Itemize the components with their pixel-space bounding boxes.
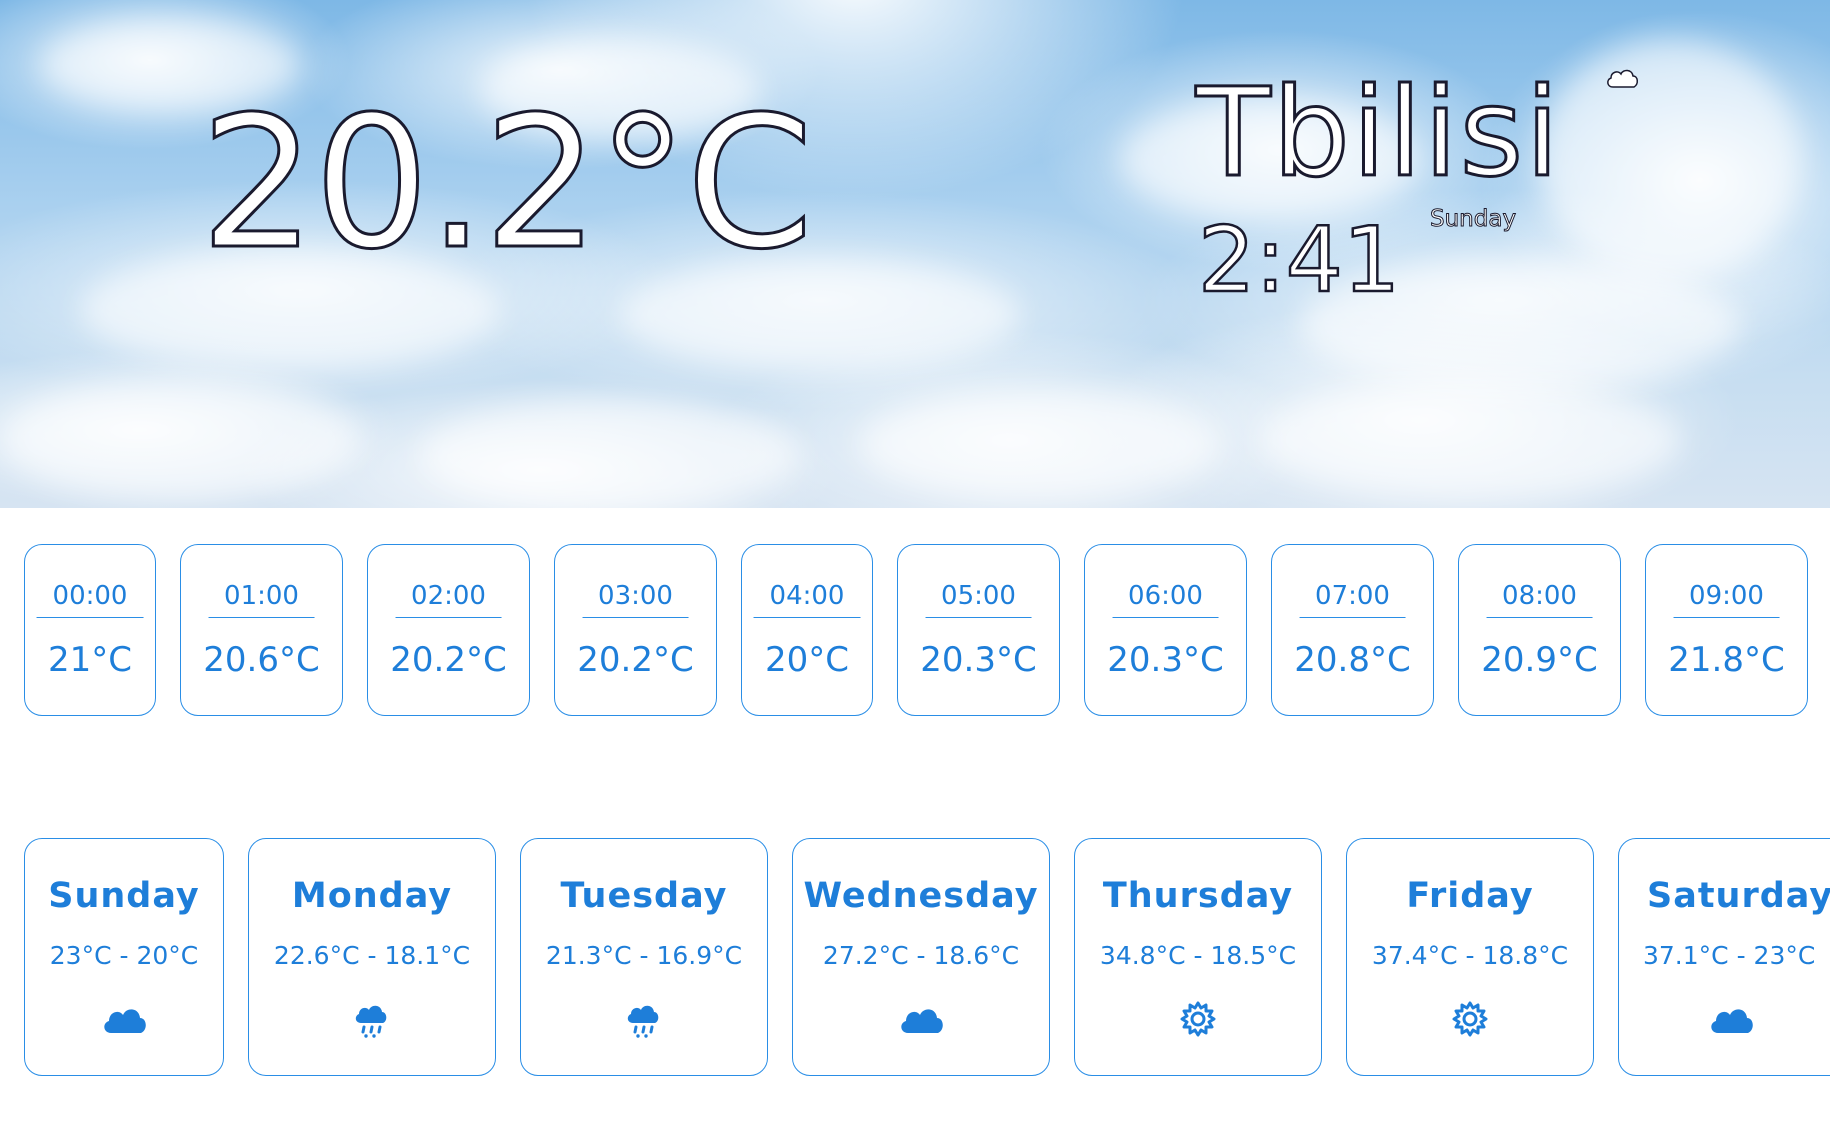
hour-temp: 20.9°C <box>1481 640 1598 680</box>
hour-temp: 20.6°C <box>203 640 320 680</box>
hour-time: 08:00 <box>1486 583 1593 618</box>
hour-time: 00:00 <box>36 583 144 618</box>
day-name: Saturday <box>1647 876 1830 916</box>
hour-temp: 20.2°C <box>577 640 694 680</box>
hour-temp: 21.8°C <box>1668 640 1785 680</box>
day-card: Thursday 34.8°C - 18.5°C <box>1074 838 1322 1076</box>
hour-time: 05:00 <box>925 583 1032 618</box>
day-card: Wednesday 27.2°C - 18.6°C <box>792 838 1050 1076</box>
hour-card: 04:00 20°C <box>741 544 873 716</box>
day-name: Thursday <box>1102 876 1294 916</box>
hour-card: 05:00 20.3°C <box>897 544 1060 716</box>
hour-temp: 20.2°C <box>390 640 507 680</box>
day-temp-range: 37.1°C - 23°C <box>1643 941 1816 970</box>
day-name: Monday <box>291 876 453 916</box>
daily-forecast: Sunday 23°C - 20°C Monday 22.6°C - 18.1°… <box>0 838 1830 1078</box>
hour-time: 09:00 <box>1673 583 1780 618</box>
hour-card: 06:00 20.3°C <box>1084 544 1247 716</box>
current-temperature: 20.2°C <box>198 77 814 289</box>
hour-card: 08:00 20.9°C <box>1458 544 1621 716</box>
day-card: Tuesday 21.3°C - 16.9°C <box>520 838 768 1076</box>
day-temp-range: 27.2°C - 18.6°C <box>822 941 1020 970</box>
hour-card: 00:00 21°C <box>24 544 156 716</box>
day-card: Saturday 37.1°C - 23°C <box>1618 838 1830 1076</box>
hour-time: 04:00 <box>753 583 861 618</box>
day-name: Tuesday <box>560 876 728 916</box>
hourly-forecast: 00:00 21°C 01:00 20.6°C 02:00 20.2°C 03:… <box>0 544 1830 720</box>
cloud-icon <box>1711 1009 1753 1033</box>
rain-icon <box>355 1005 387 1038</box>
day-temp-range: 34.8°C - 18.5°C <box>1099 941 1297 970</box>
day-card: Monday 22.6°C - 18.1°C <box>248 838 496 1076</box>
day-name: Friday <box>1406 876 1534 916</box>
day-card: Friday 37.4°C - 18.8°C <box>1346 838 1594 1076</box>
hour-temp: 21°C <box>47 640 132 680</box>
day-name: Wednesday <box>803 876 1039 916</box>
hour-time: 01:00 <box>208 583 315 618</box>
cloud-icon <box>901 1009 943 1033</box>
hour-time: 02:00 <box>395 583 502 618</box>
hour-card: 07:00 20.8°C <box>1271 544 1434 716</box>
current-day: Sunday <box>1429 206 1517 232</box>
day-temp-range: 37.4°C - 18.8°C <box>1371 941 1569 970</box>
hour-card: 01:00 20.6°C <box>180 544 343 716</box>
day-card: Sunday 23°C - 20°C <box>24 838 224 1076</box>
hour-card: 03:00 20.2°C <box>554 544 717 716</box>
hero-banner: 20.2°C Tbilisi 2:41 Sunday <box>0 0 1830 508</box>
hour-temp: 20.8°C <box>1294 640 1411 680</box>
day-temp-range: 23°C - 20°C <box>49 941 199 970</box>
day-name: Sunday <box>48 876 200 916</box>
hour-temp: 20.3°C <box>1107 640 1224 680</box>
hour-time: 06:00 <box>1112 583 1219 618</box>
sun-icon <box>1452 1001 1488 1037</box>
current-time: 2:41 <box>1197 208 1402 313</box>
hour-time: 03:00 <box>582 583 689 618</box>
day-temp-range: 21.3°C - 16.9°C <box>545 941 743 970</box>
sun-icon <box>1180 1001 1216 1037</box>
day-temp-range: 22.6°C - 18.1°C <box>273 941 471 970</box>
cloud-icon <box>104 1009 146 1033</box>
hour-card: 02:00 20.2°C <box>367 544 530 716</box>
city-name: Tbilisi <box>1194 62 1562 204</box>
hour-temp: 20.3°C <box>920 640 1037 680</box>
cloud-icon <box>1607 69 1638 88</box>
hour-time: 07:00 <box>1299 583 1406 618</box>
rain-icon <box>627 1005 659 1038</box>
hour-temp: 20°C <box>764 640 849 680</box>
hour-card: 09:00 21.8°C <box>1645 544 1808 716</box>
